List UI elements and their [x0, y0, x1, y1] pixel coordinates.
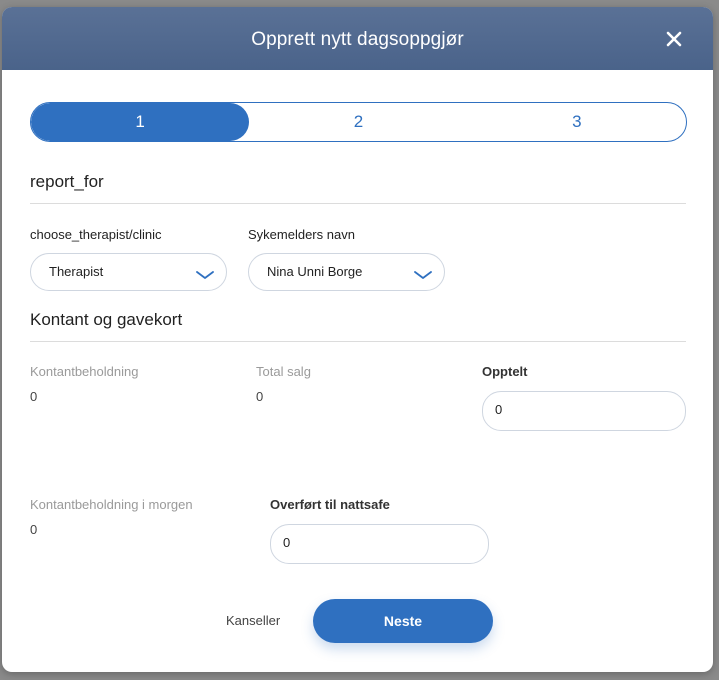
total-sales-value: 0	[256, 389, 264, 404]
step-indicator: 1 2 3	[30, 102, 687, 142]
counted-input[interactable]	[493, 401, 659, 418]
modal-header: Opprett nytt dagsoppgjør	[2, 7, 713, 70]
step-1[interactable]: 1	[31, 103, 250, 141]
therapist-select-value: Therapist	[49, 264, 104, 279]
create-day-settlement-modal: Opprett nytt dagsoppgjør 1 2 3 report_fo…	[2, 7, 713, 672]
cash-tomorrow-label: Kontantbeholdning i morgen	[30, 497, 193, 512]
cash-section-divider	[30, 341, 686, 342]
therapist-field-label: choose_therapist/clinic	[30, 227, 162, 242]
cash-tomorrow-value: 0	[30, 522, 38, 537]
night-safe-input-box[interactable]	[270, 524, 489, 564]
close-icon[interactable]	[663, 28, 685, 50]
sick-note-select-value: Nina Unni Borge	[267, 264, 363, 279]
cash-section-title: Kontant og gavekort	[30, 310, 183, 329]
therapist-select[interactable]: Therapist	[30, 253, 227, 291]
cash-holding-label: Kontantbeholdning	[30, 364, 139, 379]
sick-note-select[interactable]: Nina Unni Borge	[248, 253, 445, 291]
next-button[interactable]: Neste	[313, 599, 493, 643]
chevron-down-icon	[196, 267, 214, 285]
counted-input-box[interactable]	[482, 391, 686, 431]
sick-note-field-label: Sykemelders navn	[248, 227, 355, 242]
chevron-down-icon	[414, 267, 432, 285]
report-section-title: report_for	[30, 172, 104, 191]
cancel-button[interactable]: Kanseller	[226, 613, 280, 628]
counted-label: Opptelt	[482, 364, 528, 379]
modal-title: Opprett nytt dagsoppgjør	[251, 29, 464, 50]
step-3[interactable]: 3	[468, 103, 686, 141]
night-safe-input[interactable]	[281, 534, 459, 551]
night-safe-label: Overført til nattsafe	[270, 497, 390, 512]
step-2[interactable]: 2	[249, 103, 467, 141]
cash-holding-value: 0	[30, 389, 38, 404]
total-sales-label: Total salg	[256, 364, 311, 379]
report-section-divider	[30, 203, 686, 204]
